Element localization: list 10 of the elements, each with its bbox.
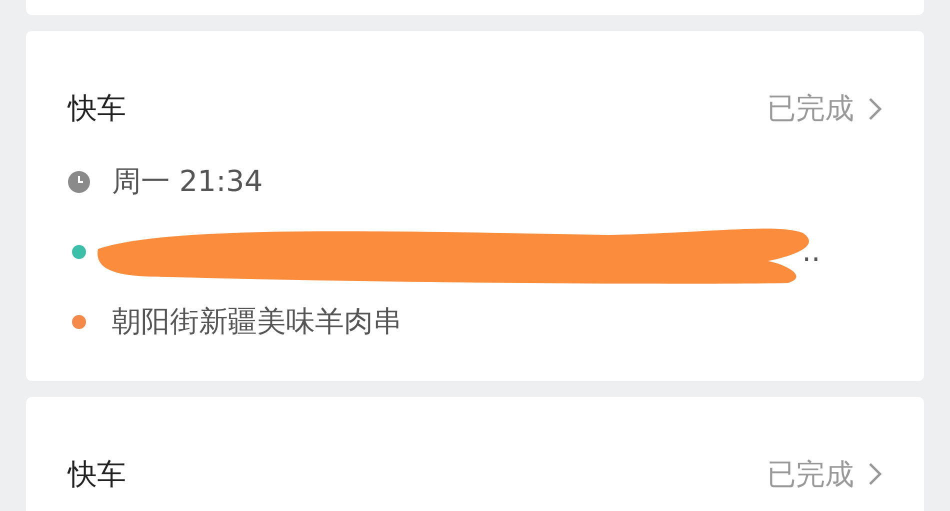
service-title: 快车	[68, 90, 126, 127]
address-text: 朝阳街新疆美味羊肉串	[112, 302, 402, 340]
chevron-right-icon	[868, 462, 882, 486]
order-time: 周一 21:34	[112, 162, 263, 200]
order-card[interactable]: 快车 已完成	[26, 396, 924, 511]
clock-icon	[68, 170, 90, 192]
chevron-right-icon	[868, 96, 882, 121]
order-card[interactable]: 快车 已完成 周一 21:34 .. 朝阳街新疆美味羊肉串	[26, 31, 924, 380]
service-title: 快车	[68, 456, 126, 492]
address-text: ..	[802, 232, 820, 270]
